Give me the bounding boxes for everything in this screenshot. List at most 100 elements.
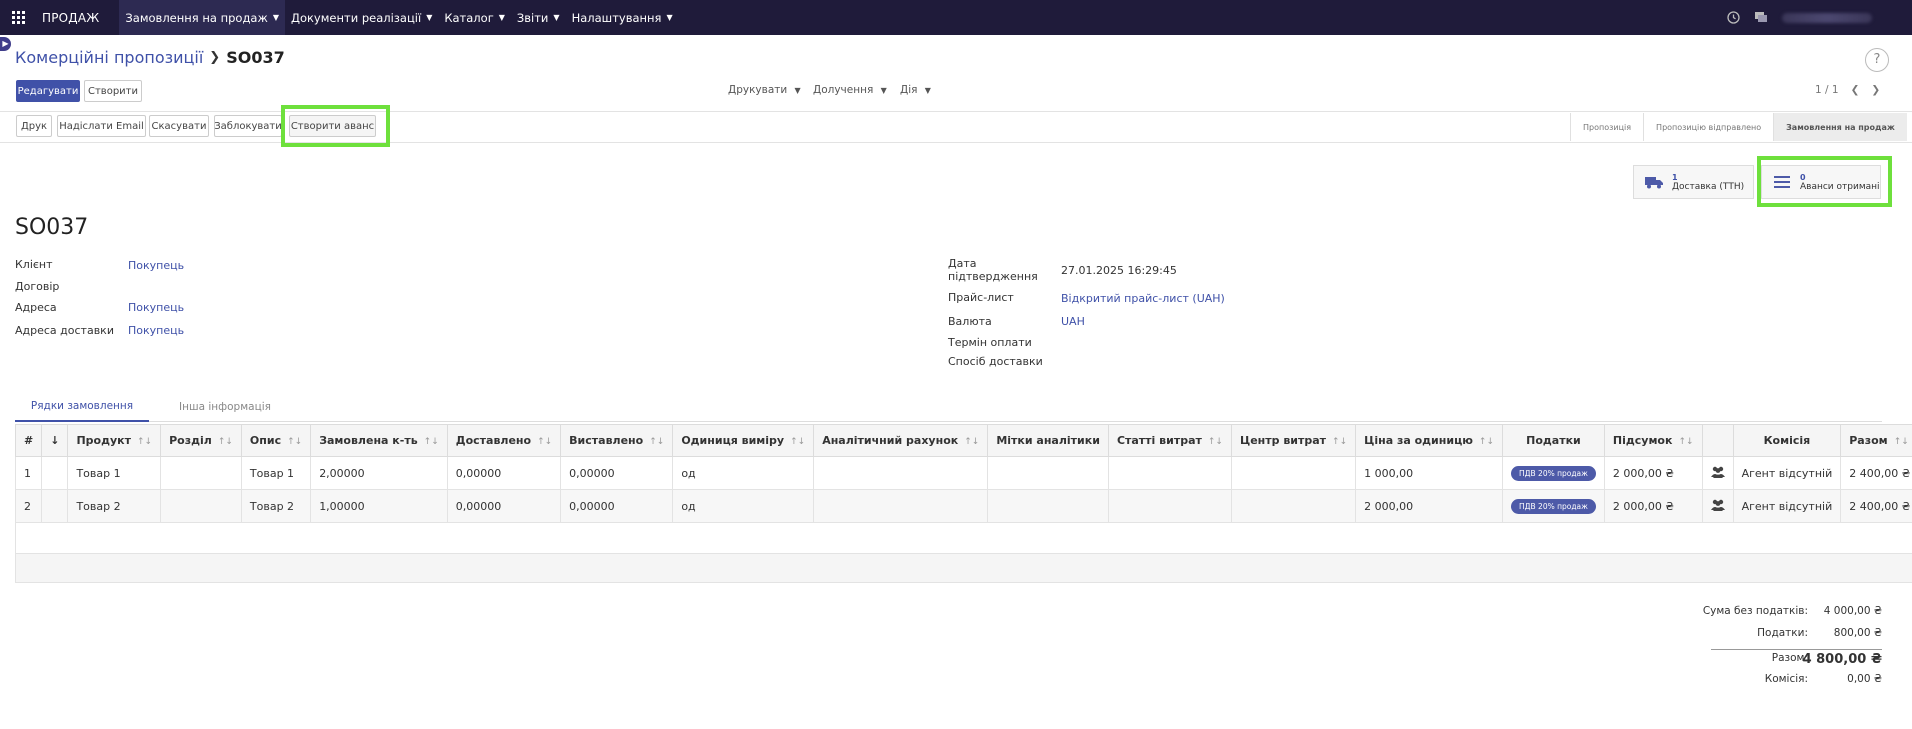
cell-invoiced[interactable]: 0,00000 bbox=[560, 489, 674, 523]
menu-sale-orders[interactable]: Замовлення на продаж ▼ bbox=[119, 0, 285, 35]
col-header-section[interactable]: Розділ ↑↓ bbox=[160, 424, 242, 457]
help-icon[interactable]: ? bbox=[1865, 48, 1889, 72]
menu-label: Звіти bbox=[516, 10, 549, 25]
cell-product[interactable]: Товар 1 bbox=[67, 456, 162, 490]
total-value: 4 800,00 ₴ bbox=[1802, 652, 1882, 667]
form-tabs: Рядки замовлення Інша інформація bbox=[15, 392, 1882, 422]
col-header-description[interactable]: Опис ↑↓ bbox=[240, 424, 312, 457]
cell-expense[interactable] bbox=[1107, 456, 1232, 490]
cell-cost-center[interactable] bbox=[1230, 456, 1357, 490]
col-header-product[interactable]: Продукт ↑↓ bbox=[67, 424, 162, 457]
col-header-uom[interactable]: Одиниця виміру ↑↓ bbox=[672, 424, 815, 457]
sidebar-toggle-icon[interactable]: ▶ bbox=[0, 37, 11, 51]
app-brand[interactable]: ПРОДАЖ bbox=[42, 11, 99, 25]
cell-uom[interactable]: од bbox=[672, 489, 815, 523]
cell-invoiced[interactable]: 0,00000 bbox=[560, 456, 674, 490]
cell-cost-center[interactable] bbox=[1230, 489, 1357, 523]
attachments-dropdown[interactable]: Долучення ▼ bbox=[813, 84, 887, 96]
tab-other-info[interactable]: Інша інформація bbox=[155, 392, 295, 422]
currency-label: Валюта bbox=[948, 315, 992, 328]
cell-qty[interactable]: 2,00000 bbox=[310, 456, 448, 490]
col-header-cost-center[interactable]: Центр витрат ↑↓ bbox=[1230, 424, 1357, 457]
table-row[interactable]: 1 Товар 1 Товар 1 2,00000 0,00000 0,0000… bbox=[14, 456, 1912, 490]
cell-uom[interactable]: од bbox=[672, 456, 815, 490]
status-stages: Пропозиція Пропозицію відправлено Замовл… bbox=[1570, 113, 1907, 141]
address-link[interactable]: Покупець bbox=[128, 301, 184, 314]
cell-expense[interactable] bbox=[1107, 489, 1232, 523]
cell-handle[interactable] bbox=[41, 456, 69, 490]
cell-delivered[interactable]: 0,00000 bbox=[446, 489, 562, 523]
col-header-price[interactable]: Ціна за одиницю ↑↓ bbox=[1355, 424, 1504, 457]
dropdown-label: Дія bbox=[900, 84, 918, 96]
empty-cell bbox=[14, 522, 1912, 554]
cell-delivered[interactable]: 0,00000 bbox=[446, 456, 562, 490]
edit-button[interactable]: Редагувати bbox=[16, 80, 80, 102]
cancel-button[interactable]: Скасувати bbox=[149, 115, 209, 137]
cell-price[interactable]: 1 000,00 bbox=[1355, 456, 1504, 490]
menu-label: Замовлення на продаж bbox=[125, 10, 268, 25]
currency-link[interactable]: UAH bbox=[1061, 315, 1085, 328]
untaxed-value: 4 000,00 ₴ bbox=[1823, 605, 1882, 617]
stage-quotation-sent[interactable]: Пропозицію відправлено bbox=[1643, 113, 1773, 141]
cell-product[interactable]: Товар 2 bbox=[67, 489, 162, 523]
chevron-left-icon[interactable]: ❮ bbox=[1851, 84, 1860, 96]
cell-description[interactable]: Товар 1 bbox=[240, 456, 312, 490]
cell-subtotal: 2 000,00 ₴ bbox=[1603, 456, 1703, 490]
cell-taxes[interactable]: ПДВ 20% продаж bbox=[1502, 489, 1605, 523]
col-header-invoiced[interactable]: Виставлено ↑↓ bbox=[560, 424, 674, 457]
col-header-expense[interactable]: Статті витрат ↑↓ bbox=[1107, 424, 1232, 457]
action-dropdown[interactable]: Дія ▼ bbox=[900, 84, 931, 96]
cell-section[interactable] bbox=[160, 489, 242, 523]
client-link[interactable]: Покупець bbox=[128, 259, 184, 272]
tab-order-lines[interactable]: Рядки замовлення bbox=[15, 392, 149, 422]
menu-delivery-docs[interactable]: Документи реалізації ▼ bbox=[285, 0, 438, 35]
cell-tags[interactable] bbox=[987, 489, 1109, 523]
print-dropdown[interactable]: Друкувати ▼ bbox=[728, 84, 801, 96]
print-button[interactable]: Друк bbox=[16, 115, 52, 137]
col-header-delivered[interactable]: Доставлено ↑↓ bbox=[446, 424, 562, 457]
menu-settings[interactable]: Налаштування ▼ bbox=[566, 0, 679, 35]
cell-tags[interactable] bbox=[987, 456, 1109, 490]
user-avatar-menu[interactable] bbox=[1782, 12, 1872, 23]
pager-value[interactable]: 1 / 1 bbox=[1815, 84, 1839, 96]
cell-agent-icon[interactable] bbox=[1701, 456, 1734, 490]
stage-sale-order[interactable]: Замовлення на продаж bbox=[1773, 113, 1907, 141]
col-header-analytic[interactable]: Аналітичний рахунок ↑↓ bbox=[813, 424, 989, 457]
cell-analytic[interactable] bbox=[813, 489, 989, 523]
apps-menu-icon[interactable] bbox=[0, 0, 36, 35]
pricelist-link[interactable]: Відкритий прайс-лист (UAH) bbox=[1061, 292, 1225, 305]
messages-icon[interactable] bbox=[1754, 11, 1768, 25]
highlight-create-advance bbox=[281, 105, 390, 147]
delivery-address-link[interactable]: Покупець bbox=[128, 324, 184, 337]
cell-section[interactable] bbox=[160, 456, 242, 490]
chevron-down-icon: ▼ bbox=[498, 13, 505, 22]
delivery-smart-button[interactable]: 1 Доставка (ТТН) bbox=[1633, 165, 1754, 199]
cell-taxes[interactable]: ПДВ 20% продаж bbox=[1502, 456, 1605, 490]
breadcrumb: Комерційні пропозиції ❯ SO037 bbox=[15, 48, 285, 67]
cell-agent-icon[interactable] bbox=[1701, 489, 1734, 523]
commission-label: Комісія: bbox=[1764, 673, 1808, 685]
col-header-tags: Мітки аналітики bbox=[987, 424, 1109, 457]
col-header-total[interactable]: Разом ↑↓ bbox=[1840, 424, 1912, 457]
create-button[interactable]: Створити bbox=[84, 80, 142, 102]
col-header-subtotal[interactable]: Підсумок ↑↓ bbox=[1603, 424, 1703, 457]
delivery-method-label: Спосіб доставки bbox=[948, 355, 1043, 368]
cell-analytic[interactable] bbox=[813, 456, 989, 490]
cell-handle[interactable] bbox=[41, 489, 69, 523]
send-email-button[interactable]: Надіслати Email bbox=[57, 115, 146, 137]
users-icon bbox=[1710, 499, 1725, 511]
table-row[interactable]: 2 Товар 2 Товар 2 1,00000 0,00000 0,0000… bbox=[14, 489, 1912, 523]
breadcrumb-parent-link[interactable]: Комерційні пропозиції bbox=[15, 48, 203, 67]
cell-qty[interactable]: 1,00000 bbox=[310, 489, 448, 523]
cell-description[interactable]: Товар 2 bbox=[240, 489, 312, 523]
chevron-down-icon: ▼ bbox=[426, 13, 433, 22]
cell-price[interactable]: 2 000,00 bbox=[1355, 489, 1504, 523]
activity-clock-icon[interactable] bbox=[1726, 11, 1740, 25]
lock-button[interactable]: Заблокувати bbox=[214, 115, 282, 137]
sort-icon: ↑↓ bbox=[1478, 437, 1495, 447]
stage-quotation[interactable]: Пропозиція bbox=[1570, 113, 1643, 141]
chevron-right-icon[interactable]: ❯ bbox=[1871, 84, 1880, 96]
menu-catalog[interactable]: Каталог ▼ bbox=[438, 0, 511, 35]
col-header-qty[interactable]: Замовлена к-ть ↑↓ bbox=[310, 424, 448, 457]
menu-reports[interactable]: Звіти ▼ bbox=[511, 0, 566, 35]
